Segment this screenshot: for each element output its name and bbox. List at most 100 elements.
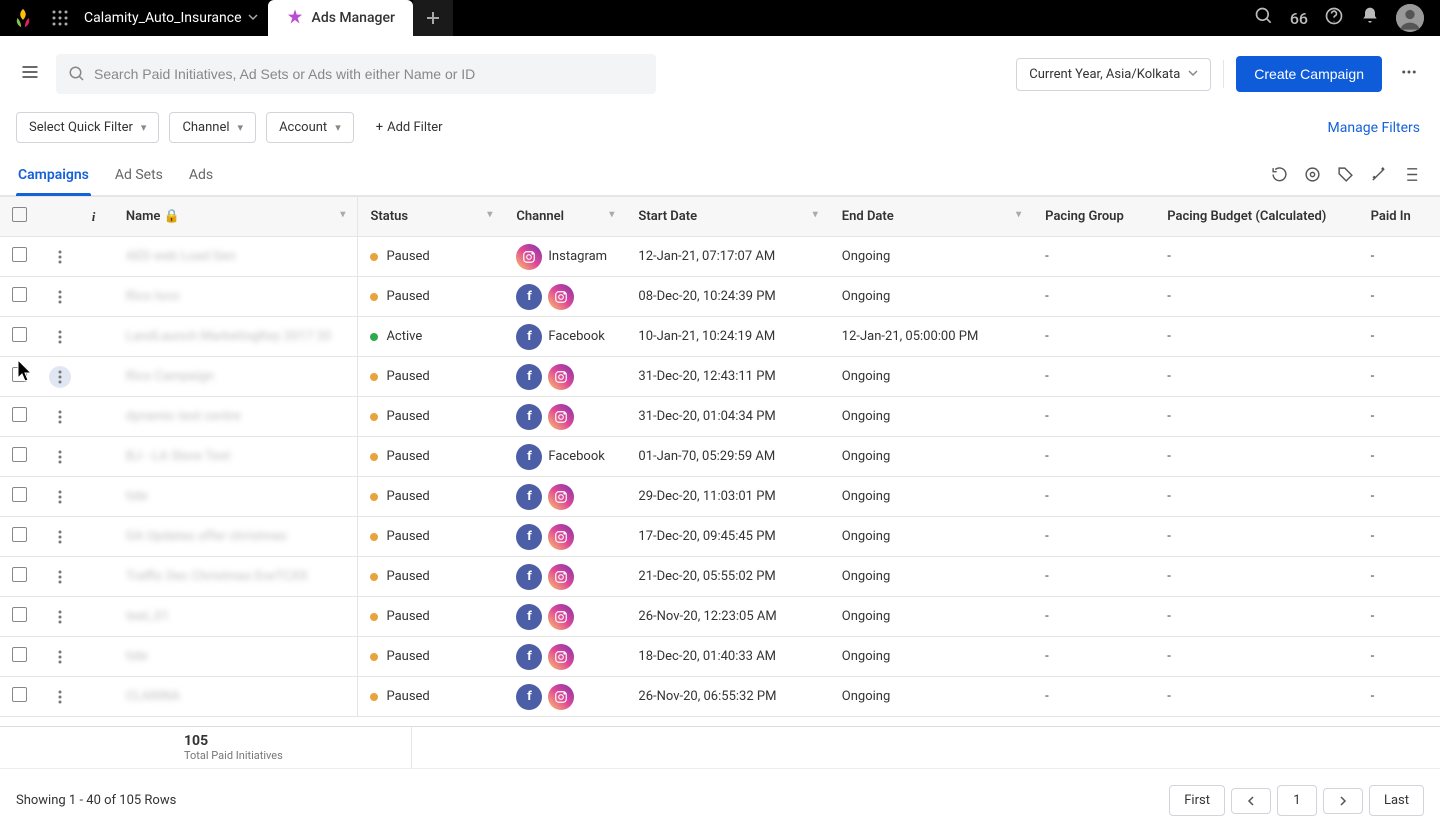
quote-count[interactable]: 66 (1290, 9, 1308, 28)
columns-icon[interactable] (1403, 166, 1420, 187)
active-app-tab[interactable]: Ads Manager (268, 0, 413, 36)
more-actions-button[interactable] (1394, 57, 1424, 91)
status-column-header[interactable]: Status▾ (358, 197, 504, 237)
create-campaign-button[interactable]: Create Campaign (1236, 56, 1382, 92)
campaign-name[interactable]: teat_01 (126, 609, 169, 624)
row-menu-button[interactable] (49, 686, 71, 708)
row-checkbox[interactable] (12, 367, 27, 382)
apps-grid-icon[interactable] (46, 4, 74, 32)
next-page-button[interactable] (1323, 788, 1363, 814)
chevron-down-icon (248, 10, 258, 26)
first-page-button[interactable]: First (1169, 785, 1225, 816)
filter-row: Select Quick Filter ▾ Channel ▾ Account … (0, 112, 1440, 157)
row-checkbox[interactable] (12, 607, 27, 622)
pacing-group-cell: - (1033, 397, 1155, 437)
last-page-button[interactable]: Last (1369, 785, 1424, 816)
start-date-cell: 26-Nov-20, 12:23:05 AM (626, 597, 829, 637)
paid-column-header[interactable]: Paid In (1359, 197, 1440, 237)
facebook-icon: f (516, 564, 542, 590)
user-avatar[interactable] (1396, 4, 1424, 32)
row-menu-button[interactable] (49, 446, 71, 468)
tab-ads[interactable]: Ads (187, 157, 215, 195)
row-menu-button[interactable] (49, 326, 71, 348)
end-date-column-header[interactable]: End Date▾ (830, 197, 1033, 237)
row-checkbox[interactable] (12, 687, 27, 702)
campaign-name[interactable]: dynamic test centre (126, 409, 241, 424)
row-menu-button[interactable] (49, 286, 71, 308)
start-date-column-header[interactable]: Start Date▾ (626, 197, 829, 237)
pacing-budget-column-header[interactable]: Pacing Budget (Calculated) (1155, 197, 1358, 237)
table-row: AED web Load GenPausedInstagram12-Jan-21… (0, 237, 1440, 277)
row-checkbox[interactable] (12, 407, 27, 422)
help-icon[interactable] (1324, 6, 1344, 30)
quick-filter-dropdown[interactable]: Select Quick Filter ▾ (16, 112, 159, 143)
row-checkbox[interactable] (12, 327, 27, 342)
row-checkbox[interactable] (12, 447, 27, 462)
name-column-header[interactable]: Name 🔒▾ (114, 197, 358, 237)
manage-filters-link[interactable]: Manage Filters (1328, 120, 1420, 136)
row-checkbox[interactable] (12, 527, 27, 542)
campaign-name[interactable]: Traffic Dec Christmas EveTCXX (126, 569, 308, 584)
hamburger-icon[interactable] (16, 58, 44, 90)
row-menu-button[interactable] (49, 526, 71, 548)
campaign-name[interactable]: BJ - LA Store Test (126, 449, 230, 464)
select-all-checkbox[interactable] (12, 207, 27, 222)
pacing-group-cell: - (1033, 477, 1155, 517)
campaign-name[interactable]: Rico loco (126, 289, 180, 304)
row-checkbox[interactable] (12, 287, 27, 302)
tag-icon[interactable] (1337, 166, 1354, 187)
channel-cell: Instagram (504, 237, 626, 277)
campaign-name[interactable]: AED web Load Gen (126, 249, 236, 264)
date-range-selector[interactable]: Current Year, Asia/Kolkata (1016, 58, 1211, 91)
row-menu-button[interactable] (49, 246, 71, 268)
channel-filter-dropdown[interactable]: Channel ▾ (169, 112, 256, 143)
end-date-cell: Ongoing (830, 597, 1033, 637)
row-checkbox[interactable] (12, 247, 27, 262)
search-icon[interactable] (1254, 6, 1274, 30)
pagination: Showing 1 - 40 of 105 Rows First 1 Last (0, 768, 1440, 832)
row-checkbox[interactable] (12, 647, 27, 662)
row-menu-button[interactable] (49, 366, 71, 388)
row-menu-button[interactable] (49, 486, 71, 508)
table-row: teat_01Pausedf26-Nov-20, 12:23:05 AMOngo… (0, 597, 1440, 637)
start-date-cell: 18-Dec-20, 01:40:33 AM (626, 637, 829, 677)
search-input[interactable] (94, 66, 644, 82)
campaign-name[interactable]: tide (126, 489, 148, 504)
status-cell: Paused (358, 357, 504, 397)
add-filter-button[interactable]: + Add Filter (364, 113, 455, 142)
row-menu-button[interactable] (49, 566, 71, 588)
row-menu-button[interactable] (49, 646, 71, 668)
app-logo (8, 3, 38, 33)
pacing-group-cell: - (1033, 557, 1155, 597)
row-menu-button[interactable] (49, 606, 71, 628)
info-column-header[interactable]: i (73, 197, 114, 237)
campaign-name[interactable]: tide (126, 649, 148, 664)
end-date-cell: Ongoing (830, 437, 1033, 477)
campaign-name[interactable]: GA Updates offer christmas (126, 529, 287, 544)
campaign-name[interactable]: LandLaunch MarketingKey 2017 20 (126, 329, 331, 344)
status-cell: Active (358, 317, 504, 357)
account-filter-dropdown[interactable]: Account ▾ (266, 112, 354, 143)
tab-ad-sets[interactable]: Ad Sets (113, 157, 165, 195)
page-number-input[interactable]: 1 (1277, 785, 1317, 816)
channel-column-header[interactable]: Channel▾ (504, 197, 626, 237)
refresh-icon[interactable] (1271, 166, 1288, 187)
row-menu-button[interactable] (49, 406, 71, 428)
facebook-icon: f (516, 444, 542, 470)
magic-wand-icon[interactable] (1370, 166, 1387, 187)
bell-icon[interactable] (1360, 6, 1380, 30)
channel-cell: fFacebook (504, 437, 626, 477)
pacing-group-cell: - (1033, 357, 1155, 397)
project-tab[interactable]: Calamity_Auto_Insurance (74, 0, 268, 36)
row-checkbox[interactable] (12, 567, 27, 582)
settings-icon[interactable] (1304, 166, 1321, 187)
campaign-name[interactable]: Rico Campaign (126, 369, 214, 384)
pacing-group-column-header[interactable]: Pacing Group (1033, 197, 1155, 237)
add-tab-button[interactable] (413, 0, 453, 36)
status-label: Paused (386, 569, 429, 584)
prev-page-button[interactable] (1231, 788, 1271, 814)
row-checkbox[interactable] (12, 487, 27, 502)
campaign-name[interactable]: CLARINA (126, 689, 180, 704)
search-box[interactable] (56, 54, 656, 94)
tab-campaigns[interactable]: Campaigns (16, 157, 91, 195)
